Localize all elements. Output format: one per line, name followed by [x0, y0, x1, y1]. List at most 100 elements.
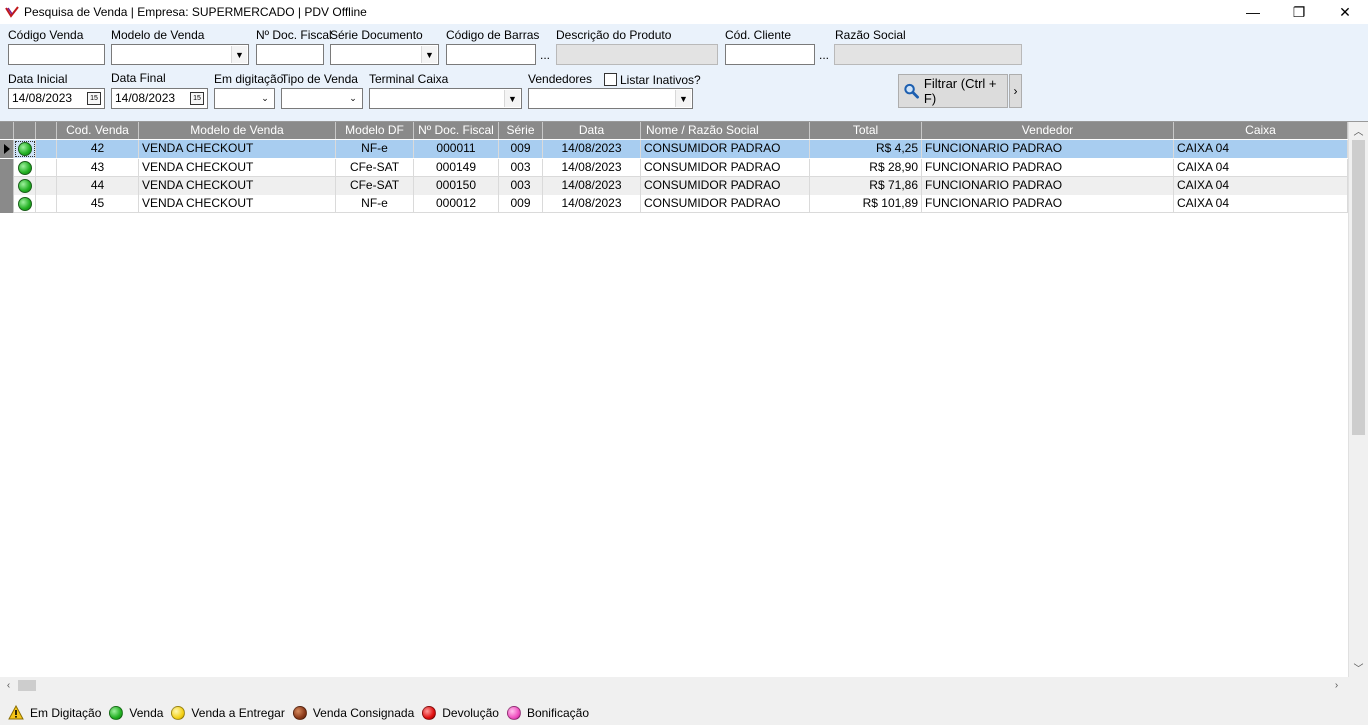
- title-bar: Pesquisa de Venda | Empresa: SUPERMERCAD…: [0, 0, 1368, 24]
- cell-vendedor: FUNCIONARIO PADRAO: [922, 177, 1174, 195]
- scroll-down-icon[interactable]: ﹀: [1349, 659, 1368, 676]
- chevron-down-icon[interactable]: ⌄: [257, 90, 273, 107]
- vendedores-select[interactable]: ▼: [528, 88, 693, 109]
- cell-total: R$ 28,90: [810, 159, 922, 177]
- row-indicator: [0, 177, 14, 195]
- filter-button-label: Filtrar (Ctrl + F): [923, 76, 997, 106]
- cod-cliente-input[interactable]: [725, 44, 815, 65]
- legend-bonificacao-label: Bonificação: [526, 705, 589, 720]
- warning-icon: [8, 705, 24, 720]
- window-title: Pesquisa de Venda | Empresa: SUPERMERCAD…: [24, 5, 367, 19]
- table-row[interactable]: 43 VENDA CHECKOUT CFe-SAT 000149 003 14/…: [0, 159, 1348, 177]
- horizontal-scrollbar[interactable]: ‹ ›: [0, 677, 1348, 694]
- cell-data: 14/08/2023: [543, 140, 641, 158]
- legend-devolucao: Devolução: [422, 705, 499, 720]
- status-legend: Em Digitação Venda Venda a Entregar Vend…: [0, 700, 1368, 725]
- doc-fiscal-input[interactable]: [256, 44, 324, 65]
- table-row[interactable]: 42 VENDA CHECKOUT NF-e 000011 009 14/08/…: [0, 140, 1348, 158]
- filter-options-button[interactable]: ›: [1009, 74, 1022, 108]
- data-final-label: Data Final: [111, 71, 166, 85]
- column-header-status[interactable]: [14, 122, 36, 139]
- cell-cod-venda: 43: [57, 159, 139, 177]
- legend-venda: Venda: [109, 705, 164, 720]
- horizontal-scroll-thumb[interactable]: [18, 680, 36, 691]
- chevron-down-icon[interactable]: ▼: [231, 46, 247, 63]
- chevron-down-icon[interactable]: ▼: [675, 90, 691, 107]
- cell-total: R$ 71,86: [810, 177, 922, 195]
- codigo-venda-input[interactable]: [8, 44, 105, 65]
- cell-caixa: CAIXA 04: [1174, 177, 1348, 195]
- listar-inativos-checkbox[interactable]: [604, 73, 617, 86]
- red-dot-icon: [422, 705, 437, 720]
- cell-caixa: CAIXA 04: [1174, 159, 1348, 177]
- minimize-button[interactable]: —: [1230, 0, 1276, 24]
- sales-grid: Cod. Venda Modelo de Venda Modelo DF Nº …: [0, 121, 1368, 694]
- cell-modelo-df: CFe-SAT: [336, 159, 414, 177]
- cod-cliente-lookup-button[interactable]: ...: [815, 44, 833, 65]
- data-inicial-input[interactable]: 14/08/2023 15: [8, 88, 105, 109]
- vertical-scroll-thumb[interactable]: [1352, 140, 1365, 435]
- scroll-left-icon[interactable]: ‹: [0, 677, 17, 694]
- serie-documento-select[interactable]: ▼: [330, 44, 439, 65]
- data-final-input[interactable]: 14/08/2023 15: [111, 88, 208, 109]
- codigo-barras-input[interactable]: [446, 44, 536, 65]
- scroll-right-icon[interactable]: ›: [1328, 677, 1345, 694]
- legend-bonificacao: Bonificação: [506, 705, 589, 720]
- cell-nome: CONSUMIDOR PADRAO: [641, 140, 810, 158]
- em-digitacao-select[interactable]: ⌄: [214, 88, 275, 109]
- column-header-total[interactable]: Total: [810, 122, 922, 139]
- row-pointer-icon: [0, 140, 14, 158]
- column-header-modelo-venda[interactable]: Modelo de Venda: [139, 122, 336, 139]
- restore-button[interactable]: ❐: [1276, 0, 1322, 24]
- cell-cod-venda: 42: [57, 140, 139, 158]
- legend-venda-label: Venda: [129, 705, 164, 720]
- status-venda-icon: [14, 177, 36, 195]
- terminal-caixa-select[interactable]: ▼: [369, 88, 522, 109]
- chevron-down-icon[interactable]: ▼: [421, 46, 437, 63]
- filter-panel: Código Venda Modelo de Venda Nº Doc. Fis…: [0, 24, 1368, 121]
- calendar-icon[interactable]: 15: [190, 92, 204, 105]
- calendar-icon[interactable]: 15: [87, 92, 101, 105]
- vertical-scrollbar[interactable]: ︿ ﹀: [1348, 122, 1368, 677]
- filter-button[interactable]: Filtrar (Ctrl + F): [898, 74, 1008, 108]
- cell-doc-fiscal: 000012: [414, 195, 499, 213]
- cell-vendedor: FUNCIONARIO PADRAO: [922, 195, 1174, 213]
- razao-social-input: [834, 44, 1022, 65]
- cell-caixa: CAIXA 04: [1174, 195, 1348, 213]
- column-header-doc-fiscal[interactable]: Nº Doc. Fiscal: [414, 122, 499, 139]
- codigo-venda-label: Código Venda: [8, 28, 84, 42]
- grid-header: Cod. Venda Modelo de Venda Modelo DF Nº …: [0, 122, 1348, 139]
- row-blank-cell: [36, 159, 57, 177]
- cell-nome: CONSUMIDOR PADRAO: [641, 195, 810, 213]
- column-header-caixa[interactable]: Caixa: [1174, 122, 1348, 139]
- column-header-nome[interactable]: Nome / Razão Social: [641, 122, 810, 139]
- cell-serie: 009: [499, 195, 543, 213]
- chevron-down-icon[interactable]: ⌄: [345, 90, 361, 107]
- column-header-modelo-df[interactable]: Modelo DF: [336, 122, 414, 139]
- chevron-down-icon[interactable]: ▼: [504, 90, 520, 107]
- cell-nome: CONSUMIDOR PADRAO: [641, 159, 810, 177]
- table-row[interactable]: 45 VENDA CHECKOUT NF-e 000012 009 14/08/…: [0, 195, 1348, 213]
- modelo-venda-select[interactable]: ▼: [111, 44, 249, 65]
- tipo-venda-label: Tipo de Venda: [281, 72, 358, 86]
- cell-cod-venda: 45: [57, 195, 139, 213]
- table-row[interactable]: 44 VENDA CHECKOUT CFe-SAT 000150 003 14/…: [0, 177, 1348, 195]
- cell-cod-venda: 44: [57, 177, 139, 195]
- cell-total: R$ 101,89: [810, 195, 922, 213]
- close-button[interactable]: ✕: [1322, 0, 1368, 24]
- legend-em-digitacao-label: Em Digitação: [30, 705, 102, 720]
- column-header-cod-venda[interactable]: Cod. Venda: [57, 122, 139, 139]
- cell-modelo-venda: VENDA CHECKOUT: [139, 140, 336, 158]
- serie-documento-label: Série Documento: [330, 28, 423, 42]
- cell-serie: 003: [499, 177, 543, 195]
- tipo-venda-select[interactable]: ⌄: [281, 88, 363, 109]
- cell-modelo-venda: VENDA CHECKOUT: [139, 159, 336, 177]
- status-venda-icon: [14, 159, 36, 177]
- cell-vendedor: FUNCIONARIO PADRAO: [922, 159, 1174, 177]
- column-header-serie[interactable]: Série: [499, 122, 543, 139]
- column-header-data[interactable]: Data: [543, 122, 641, 139]
- codigo-barras-lookup-button[interactable]: ...: [536, 44, 554, 65]
- data-inicial-label: Data Inicial: [8, 72, 68, 86]
- column-header-vendedor[interactable]: Vendedor: [922, 122, 1174, 139]
- scroll-up-icon[interactable]: ︿: [1349, 122, 1368, 139]
